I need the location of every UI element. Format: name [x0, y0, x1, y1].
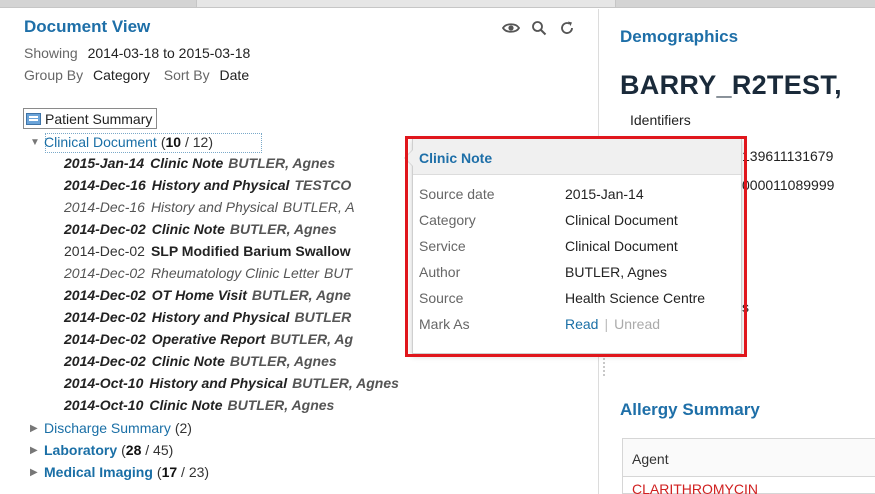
document-row[interactable]: 2014-Oct-10 Clinic Note BUTLER, Agnes	[64, 397, 334, 413]
window-top-bar	[0, 0, 875, 8]
group-medical-imaging[interactable]: ▶ Medical Imaging (17 / 23)	[30, 464, 209, 480]
source-value: Health Science Centre	[565, 290, 706, 306]
expand-right-icon[interactable]: ▶	[30, 423, 44, 434]
author-row: Author BUTLER, Agnes	[419, 264, 667, 280]
document-row[interactable]: 2014-Dec-02 Clinic Note BUTLER, Agnes	[64, 353, 337, 369]
mark-as-label: Mark As	[419, 316, 470, 332]
document-row[interactable]: 2014-Dec-16 History and Physical BUTLER, A	[64, 199, 355, 215]
mark-as-row: Mark As Read | Unread	[419, 316, 660, 332]
popover-caret	[404, 149, 413, 167]
tab-strip	[196, 0, 616, 7]
group-name: Medical Imaging	[44, 464, 153, 480]
group-by-value[interactable]: Category	[93, 67, 150, 83]
patient-summary-label: Patient Summary	[45, 110, 153, 127]
sort-by-label: Sort By	[163, 67, 210, 83]
document-row[interactable]: 2014-Dec-02 Operative Report BUTLER, Ag	[64, 331, 353, 347]
source-date-label: Source date	[419, 186, 495, 202]
source-date-row: Source date 2015-Jan-14	[419, 186, 644, 202]
search-icon[interactable]	[528, 17, 550, 39]
document-row[interactable]: 2014-Dec-02 OT Home Visit BUTLER, Agne	[64, 287, 351, 303]
allergy-table: Agent CLARITHROMYCIN	[622, 438, 875, 494]
source-row: Source Health Science Centre	[419, 290, 705, 306]
demographics-title: Demographics	[620, 27, 739, 46]
category-label: Category	[419, 212, 476, 228]
service-label: Service	[419, 238, 466, 254]
document-row[interactable]: 2014-Dec-16 History and Physical TESTCO	[64, 177, 351, 193]
group-laboratory[interactable]: ▶ Laboratory (28 / 45)	[30, 442, 173, 458]
document-row[interactable]: 2014-Dec-02 SLP Modified Barium Swallow	[64, 243, 356, 259]
patient-summary-node[interactable]: Patient Summary	[23, 108, 158, 129]
group-count: (2)	[174, 420, 192, 436]
mark-read-link[interactable]: Read	[565, 316, 598, 332]
expand-right-icon[interactable]: ▶	[30, 445, 44, 456]
mark-unread-link[interactable]: Unread	[614, 316, 660, 332]
author-value: BUTLER, Agnes	[565, 264, 667, 280]
group-count: (28 / 45)	[121, 442, 174, 458]
identifier-value: 000011089999	[742, 177, 835, 193]
service-row: Service Clinical Document	[419, 238, 678, 254]
category-value: Clinical Document	[565, 212, 678, 228]
document-view-toolbar	[500, 17, 578, 39]
group-clinical-document[interactable]: ▼ Clinical Document (10 / 12)	[30, 134, 213, 150]
author-label: Author	[419, 264, 461, 280]
allergy-summary-title: Allergy Summary	[620, 400, 760, 419]
allergy-agent-cell[interactable]: CLARITHROMYCIN	[623, 477, 875, 494]
document-detail-popover: Clinic Note Source date 2015-Jan-14 Cate…	[404, 138, 742, 354]
document-row[interactable]: 2014-Dec-02 Rheumatology Clinic Letter BUT	[64, 265, 352, 281]
refresh-icon[interactable]	[556, 17, 578, 39]
sort-by-value[interactable]: Date	[220, 67, 250, 83]
agent-column-header[interactable]: Agent	[623, 439, 875, 477]
expand-right-icon[interactable]: ▶	[30, 467, 44, 478]
showing-label: Showing	[24, 45, 78, 61]
popover-title: Clinic Note	[413, 139, 741, 175]
document-view-title: Document View	[24, 17, 151, 36]
source-label: Source	[419, 290, 464, 306]
expand-down-icon[interactable]: ▼	[30, 137, 44, 148]
group-by-label: Group By	[24, 67, 84, 83]
document-row[interactable]: 2014-Oct-10 History and Physical BUTLER, A…	[64, 375, 399, 391]
patient-name: BARRY_R2TEST,	[620, 70, 842, 100]
mark-as-separator: |	[604, 316, 609, 332]
group-name: Laboratory	[44, 442, 118, 458]
group-discharge-summary[interactable]: ▶ Discharge Summary (2)	[30, 420, 192, 436]
showing-range[interactable]: 2014-03-18 to 2015-03-18	[88, 45, 251, 61]
group-name: Discharge Summary	[44, 420, 171, 436]
identifiers-label: Identifiers	[630, 112, 691, 128]
document-row[interactable]: 2015-Jan-14 Clinic Note BUTLER, Agnes	[64, 155, 335, 171]
group-sort-row: Group By Category Sort By Date	[24, 67, 259, 83]
showing-row: Showing 2014-03-18 to 2015-03-18	[24, 45, 260, 61]
document-row[interactable]: 2014-Dec-02 History and Physical BUTLER	[64, 309, 351, 325]
demographics-partial-text: s	[742, 299, 749, 315]
group-count: (10 / 12)	[160, 134, 213, 150]
group-count: (17 / 23)	[156, 464, 210, 480]
category-row: Category Clinical Document	[419, 212, 678, 228]
source-date-value: 2015-Jan-14	[565, 186, 644, 202]
identifier-value: 139611131679	[742, 148, 834, 164]
service-value: Clinical Document	[565, 238, 678, 254]
document-row[interactable]: 2014-Dec-02 Clinic Note BUTLER, Agnes	[64, 221, 337, 237]
group-name: Clinical Document	[44, 134, 157, 150]
summary-icon	[26, 112, 41, 125]
eye-icon[interactable]	[500, 17, 522, 39]
